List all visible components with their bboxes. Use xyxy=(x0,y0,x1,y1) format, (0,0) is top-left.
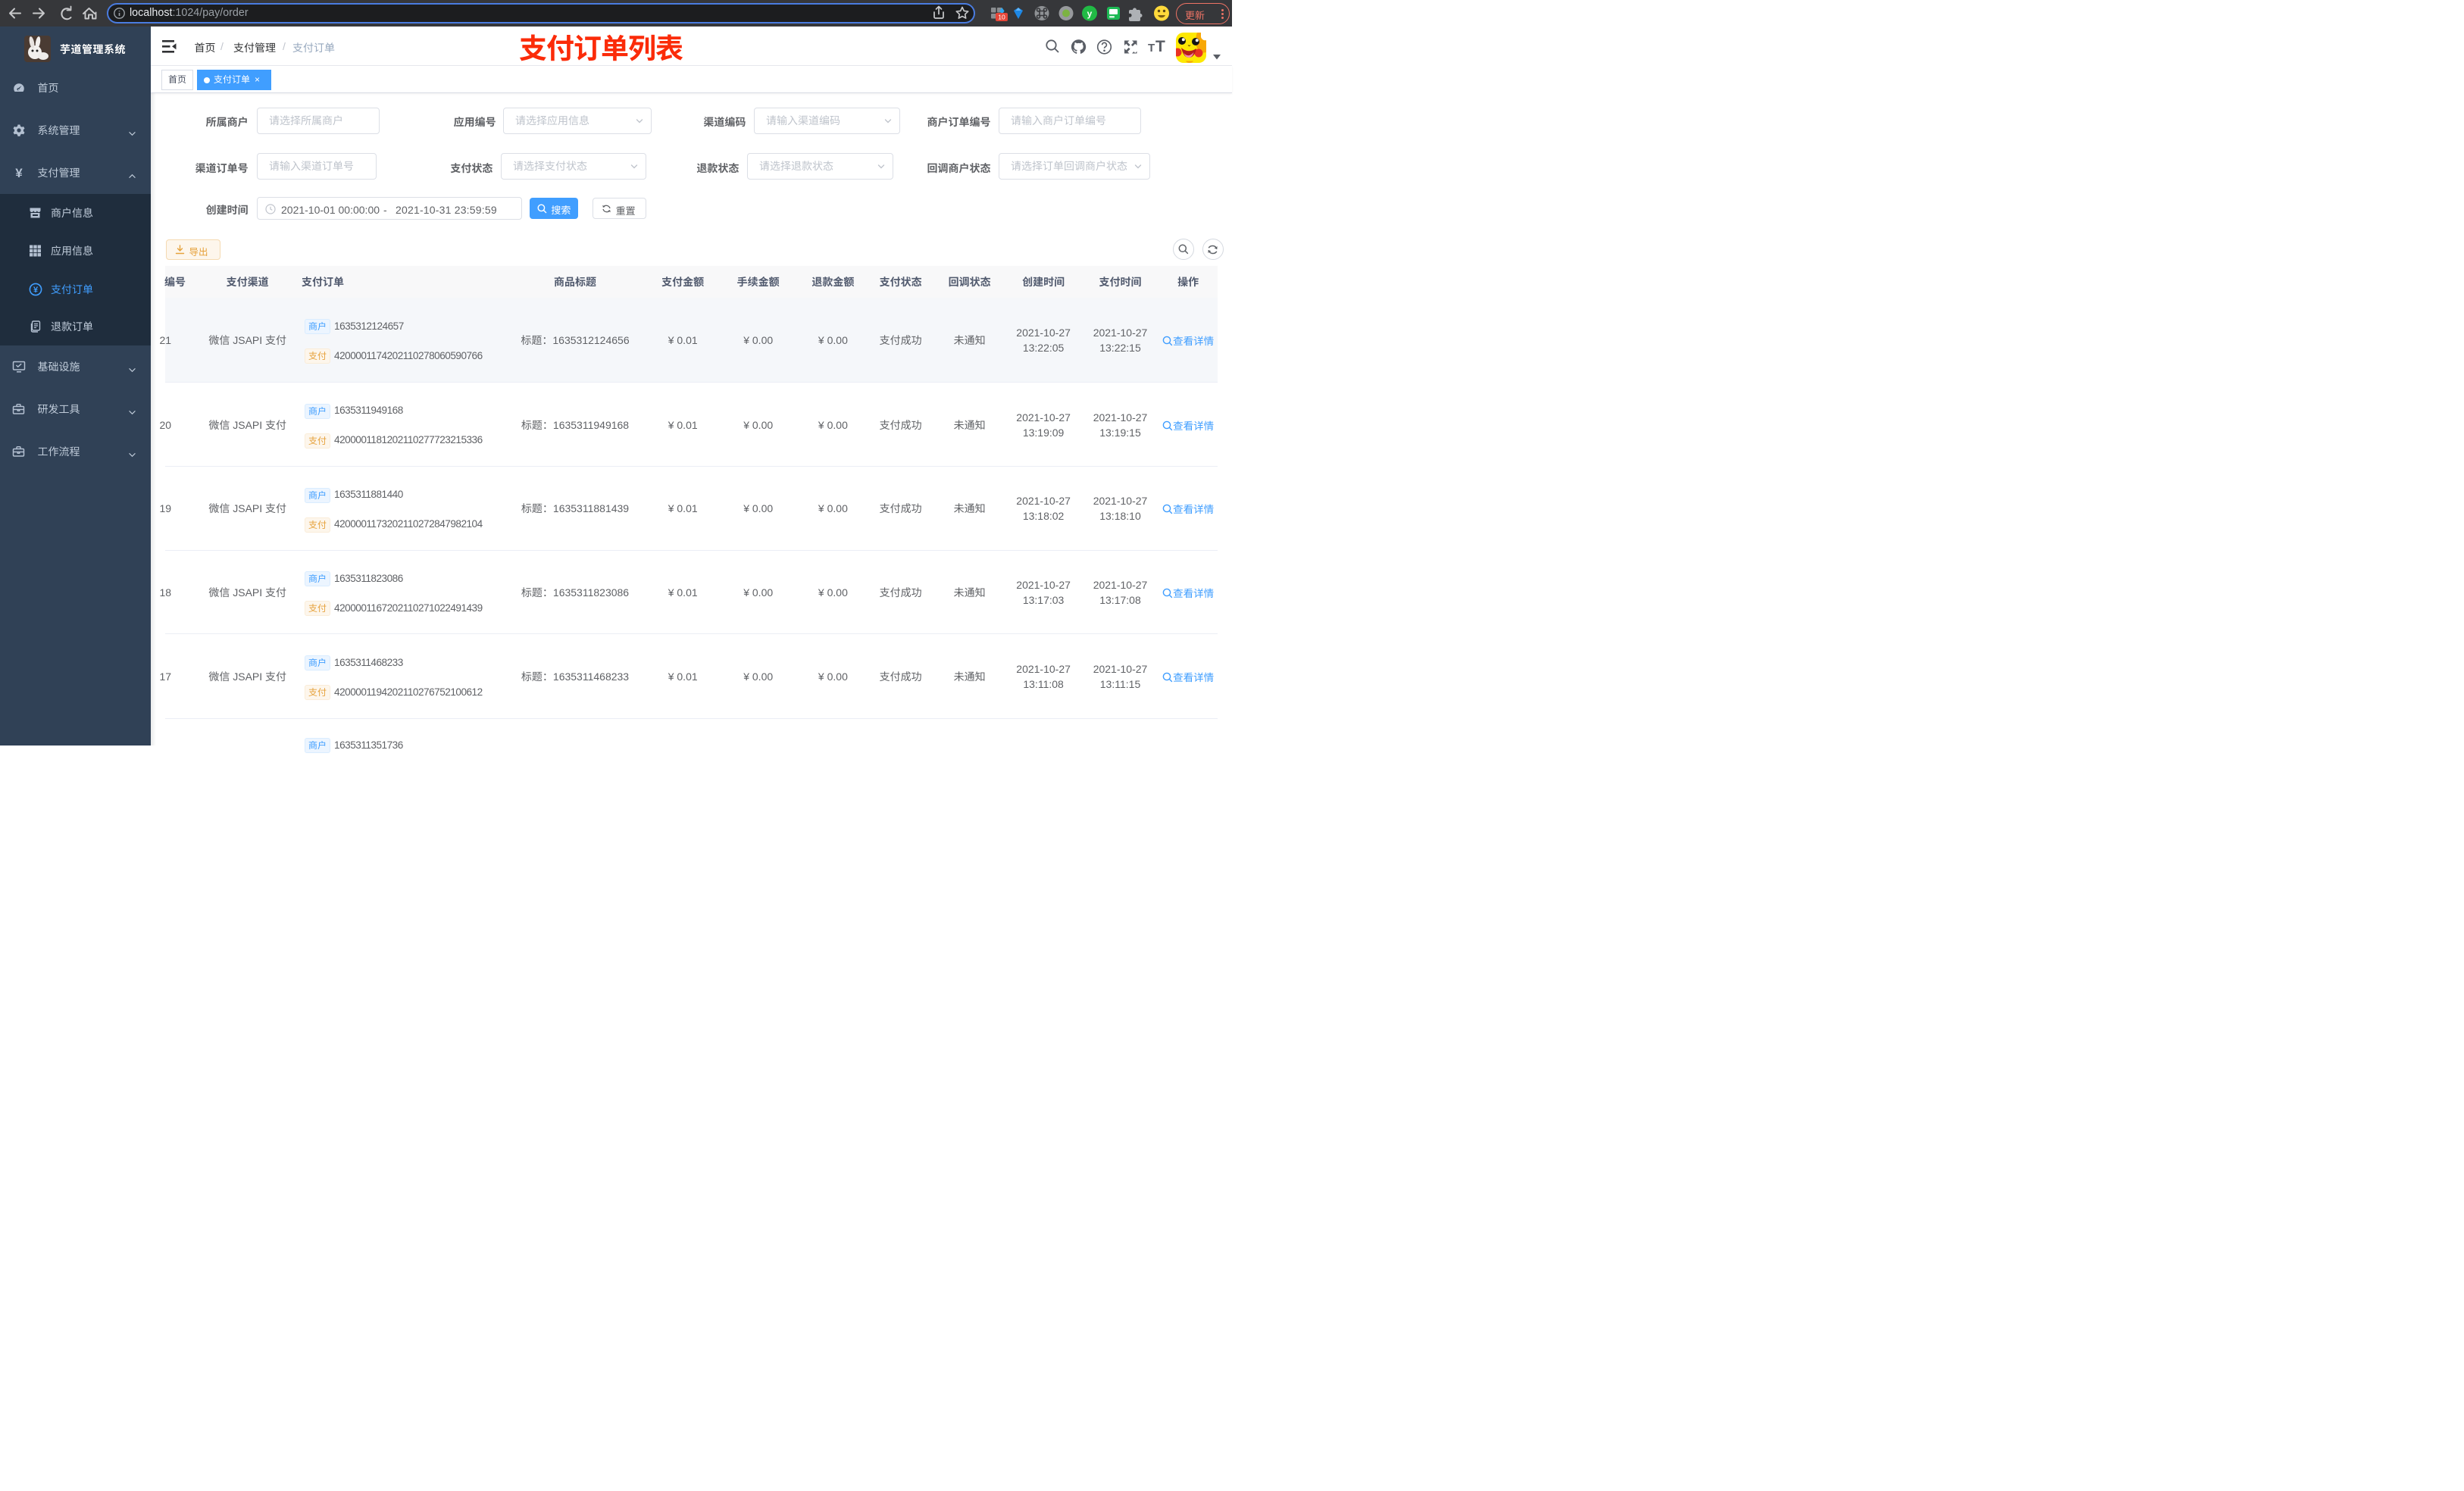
svg-text:¥: ¥ xyxy=(33,286,38,295)
svg-text:y: y xyxy=(1087,8,1093,19)
svg-text:10: 10 xyxy=(998,14,1005,21)
svg-text:T: T xyxy=(1148,42,1155,55)
svg-text:¥: ¥ xyxy=(15,166,23,180)
svg-text:T: T xyxy=(1155,38,1165,55)
